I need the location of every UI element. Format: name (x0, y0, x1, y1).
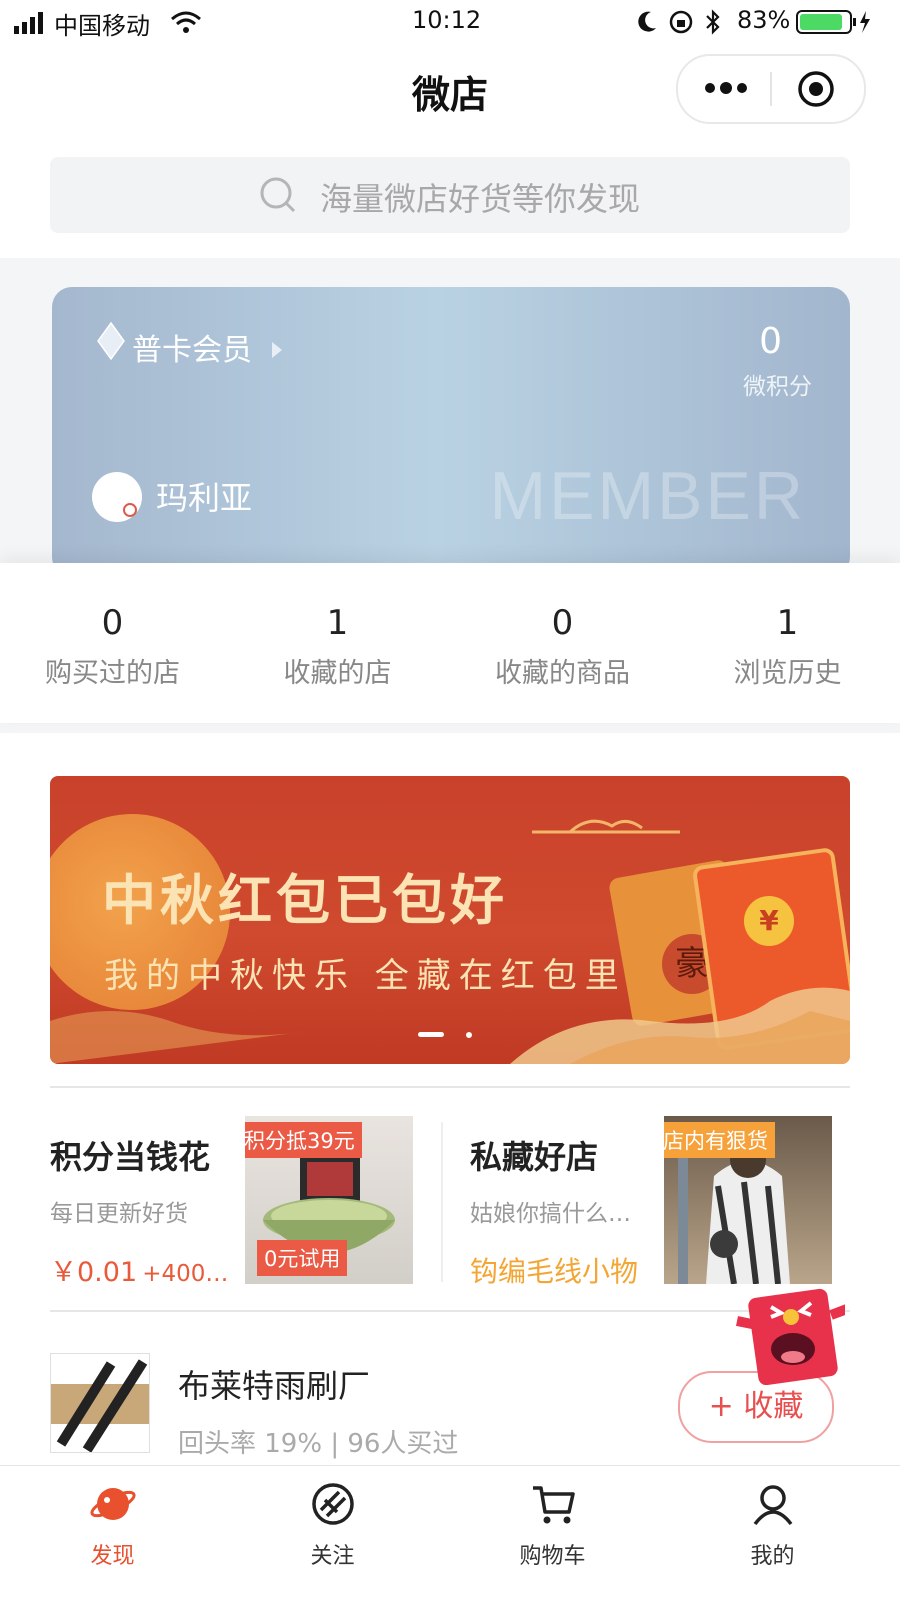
stat-favorite-products[interactable]: 0 收藏的商品 (450, 603, 675, 690)
promo-tag: 积分抵39元 (245, 1122, 362, 1158)
red-packet-mascot-icon[interactable] (735, 1285, 845, 1385)
points-value: 0 (759, 321, 782, 362)
cloud-icon (532, 819, 680, 834)
promo-subtitle: 每日更新好货 (50, 1201, 188, 1227)
member-level-label: 普卡会员 (132, 333, 252, 368)
stat-label: 购买过的店 (45, 658, 180, 689)
tab-label: 购物车 (519, 1544, 586, 1569)
signal-icon (14, 12, 43, 34)
carousel-dot[interactable] (466, 1032, 472, 1038)
points-label: 微积分 (743, 374, 812, 400)
carousel-dot-active[interactable] (418, 1032, 444, 1037)
stat-favorite-stores[interactable]: 1 收藏的店 (225, 603, 450, 690)
stat-label: 收藏的店 (283, 658, 392, 689)
tab-mine[interactable]: 我的 (660, 1480, 885, 1570)
user-name: 玛利亚 (156, 479, 253, 517)
moon-icon (638, 11, 656, 32)
promo-tag-trial: 0元试用 (257, 1240, 348, 1276)
search-input[interactable]: 海量微店好货等你发现 (50, 157, 850, 233)
planet-icon (89, 1488, 136, 1520)
member-card[interactable]: 普卡会员 0 微积分 玛利亚 MEMBER (52, 287, 850, 577)
promo-divider (441, 1122, 443, 1282)
wiper-product-image (51, 1359, 149, 1452)
banner-title: 中秋红包已包好 (102, 868, 508, 932)
tab-label: 我的 (750, 1544, 795, 1569)
stat-label: 浏览历史 (733, 658, 842, 689)
chevron-right-icon (271, 342, 282, 358)
capsule-divider (770, 72, 772, 106)
search-placeholder: 海量微店好货等你发现 (320, 180, 641, 218)
bluetooth-icon (706, 9, 720, 35)
stat-label: 收藏的商品 (495, 658, 630, 689)
promo-extra: +400… (142, 1261, 229, 1287)
promo-store-image[interactable]: 店内有狠货 (664, 1116, 832, 1284)
tab-discover[interactable]: 发现 (0, 1480, 225, 1570)
status-bar: 中国移动 10:12 83% (0, 0, 900, 44)
battery-icon (796, 10, 870, 34)
nav-bar: 微店 (0, 44, 900, 134)
promo-title: 私藏好店 (470, 1138, 599, 1176)
store-meta: 回头率 19% | 96人买过 (178, 1429, 459, 1459)
tab-follow[interactable]: 关注 (220, 1480, 445, 1570)
promo-price: ￥0.01 (50, 1257, 138, 1288)
carrier-name: 中国移动 (54, 12, 150, 40)
search-section: 海量微店好货等你发现 (0, 134, 900, 258)
tab-label: 发现 (90, 1544, 135, 1569)
diamond-icon (97, 321, 125, 361)
tab-cart[interactable]: 购物车 (440, 1480, 665, 1570)
promo-tag: 店内有狠货 (664, 1122, 775, 1158)
tab-label: 关注 (310, 1544, 355, 1569)
promo-points-image[interactable]: 积分抵39元 0元试用 (245, 1116, 413, 1284)
rotation-lock-icon (669, 10, 693, 34)
stat-value: 1 (326, 603, 349, 643)
stat-purchased-stores[interactable]: 0 购买过的店 (0, 603, 225, 690)
mini-program-capsule (676, 54, 866, 124)
status-time: 10:12 (412, 6, 482, 34)
avatar-badge-icon (123, 503, 137, 517)
search-icon (260, 177, 296, 213)
divider (50, 1086, 850, 1088)
more-icon[interactable] (704, 78, 748, 98)
battery-percent: 83% (737, 6, 791, 34)
follow-icon (311, 1483, 354, 1525)
banner-subtitle: 我的中秋快乐 全藏在红包里 (104, 956, 627, 996)
stats-row: 0 购买过的店 1 收藏的店 0 收藏的商品 1 浏览历史 (0, 563, 900, 723)
cart-icon (532, 1486, 575, 1524)
wifi-icon (171, 11, 201, 33)
stat-value: 0 (101, 603, 124, 643)
profile-icon (753, 1485, 792, 1526)
promo-subtitle: 姑娘你搞什么… (470, 1201, 631, 1227)
avatar[interactable] (92, 472, 142, 522)
close-target-icon[interactable] (796, 69, 836, 109)
store-name[interactable]: 布莱特雨刷厂 (178, 1361, 370, 1407)
promo-title: 积分当钱花 (50, 1138, 211, 1176)
stat-value: 1 (776, 603, 799, 643)
coin-icon: ¥ (744, 896, 794, 946)
stat-browse-history[interactable]: 1 浏览历史 (675, 603, 900, 690)
tab-bar: 发现 关注 购物车 我的 (0, 1465, 900, 1601)
store-thumbnail[interactable] (50, 1353, 150, 1453)
member-watermark: MEMBER (489, 458, 806, 534)
divider (50, 1310, 850, 1312)
promo-banner[interactable]: 豪 ¥ 中秋红包已包好 我的中秋快乐 全藏在红包里 (50, 776, 850, 1064)
promo-highlight: 钩编毛线小物 (470, 1255, 639, 1288)
promo-price-line: ￥0.01 +400… (50, 1250, 228, 1289)
stat-value: 0 (551, 603, 574, 643)
promo-store-card[interactable]: 私藏好店 姑娘你搞什么… 钩编毛线小物 (470, 1122, 660, 1292)
member-level[interactable]: 普卡会员 (132, 325, 284, 369)
